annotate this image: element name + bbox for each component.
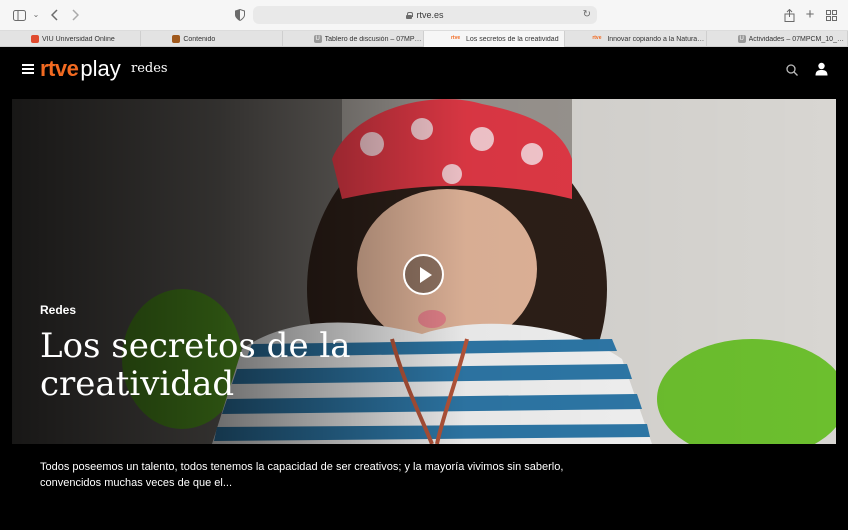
tab-actividades[interactable]: U Actividades – 07MPCM_10_A_2... [707,31,848,47]
section-title[interactable]: redes [131,61,168,76]
tab-title: Tablero de discusión – 07MPC... [324,35,423,43]
browser-toolbar: ⌄ rtve.es ↻ + [0,0,848,31]
play-button[interactable] [403,254,444,295]
play-icon [419,266,432,283]
tab-contenido[interactable]: Contenido [141,31,283,47]
search-icon[interactable] [786,63,798,76]
sidebar-toggle-icon[interactable] [12,8,26,22]
tab-title: Los secretos de la creatividad [465,35,559,43]
tab-overview-icon[interactable] [824,8,838,22]
episode-description: Todos poseemos un talento, todos tenemos… [40,461,564,489]
user-icon[interactable] [815,62,828,76]
u-favicon-icon: U [313,35,322,43]
address-bar[interactable]: rtve.es ↻ [253,6,597,24]
tab-title: Actividades – 07MPCM_10_A_2... [748,35,847,43]
viu-favicon-icon [31,35,39,43]
tab-viu[interactable]: VIU Universidad Online [0,31,142,47]
back-icon[interactable] [48,8,62,22]
forward-icon[interactable] [68,8,82,22]
logo-brand: rtve [40,56,79,81]
privacy-shield-icon[interactable] [233,8,247,22]
new-tab-icon[interactable]: + [803,7,817,22]
tab-innovar[interactable]: rtve Innovar copiando a la Naturaleza [565,31,707,47]
menu-icon[interactable] [22,64,34,74]
rtve-favicon-icon: rtve [450,35,461,41]
tab-title: VIU Universidad Online [42,35,115,43]
program-name[interactable]: Redes [40,303,76,317]
url-text: rtve.es [416,10,444,20]
lock-icon [406,11,414,19]
tab-tablero[interactable]: U Tablero de discusión – 07MPC... [283,31,424,47]
reload-icon[interactable]: ↻ [583,9,591,20]
u-favicon-icon: U [737,35,746,43]
tab-title: Contenido [183,35,216,43]
logo-product: play [80,56,121,81]
tab-title: Innovar copiando a la Naturaleza [607,35,706,43]
episode-title: Los secretos de la creatividad [40,326,351,404]
contenido-favicon-icon [172,35,181,43]
tab-bar: VIU Universidad Online Contenido U Table… [0,31,848,47]
tab-secretos-creatividad[interactable]: rtve Los secretos de la creatividad [423,31,566,47]
rtve-favicon-icon: rtve [592,35,602,41]
hero-video[interactable]: Redes Los secretos de la creatividad [12,99,836,444]
chevron-down-icon[interactable]: ⌄ [29,8,43,22]
share-icon[interactable] [782,8,796,22]
site-header: rtveplay redes [0,47,848,93]
rtve-play-logo[interactable]: rtveplay [40,56,121,82]
